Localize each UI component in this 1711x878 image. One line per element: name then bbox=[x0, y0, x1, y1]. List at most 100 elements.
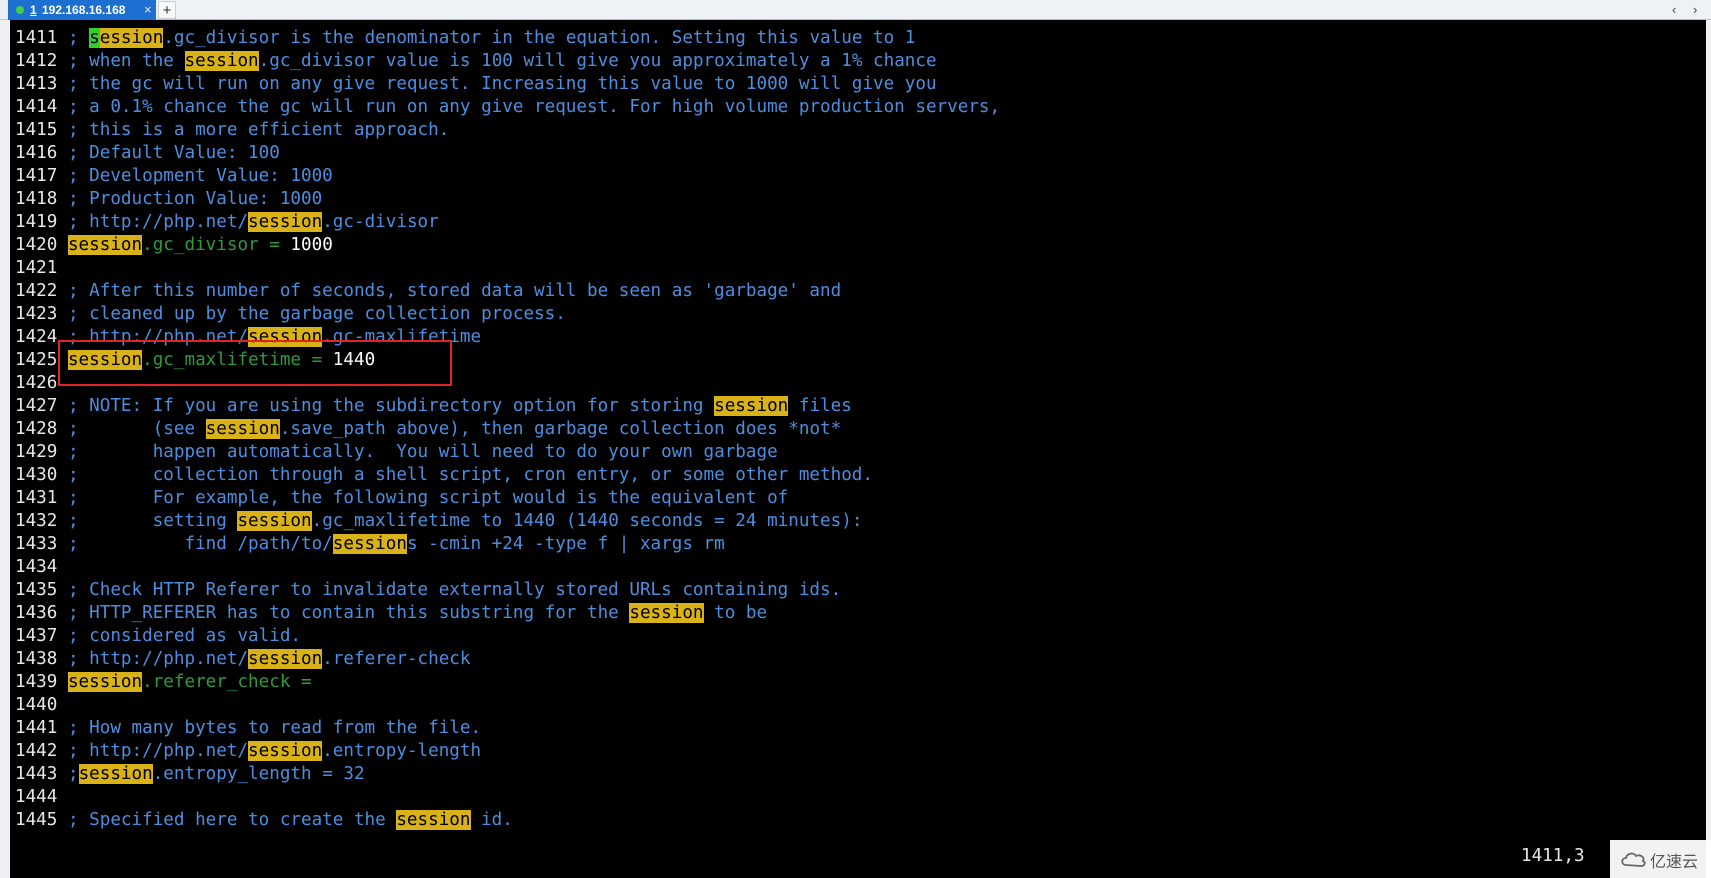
editor-buffer: 1411 ; session.gc_divisor is the denomin… bbox=[15, 27, 1000, 832]
editor-line: 1420 session.gc_divisor = 1000 bbox=[15, 234, 1000, 257]
line-number: 1440 bbox=[15, 695, 58, 715]
line-number: 1421 bbox=[15, 258, 58, 278]
comment-text: ; a 0.1% chance the gc will run on any g… bbox=[67, 97, 1001, 117]
comment-text: ; happen automatically. You will need to… bbox=[67, 442, 778, 462]
comment-text: ; Development Value: 1000 bbox=[67, 166, 333, 186]
line-number: 1424 bbox=[15, 327, 58, 347]
tab-scroll-left-icon[interactable]: ‹ bbox=[1672, 0, 1676, 20]
line-number: 1443 bbox=[15, 764, 58, 784]
comment-text: .referer-check bbox=[322, 649, 471, 669]
editor-line: 1431 ; For example, the following script… bbox=[15, 487, 1000, 510]
tab-close-icon[interactable]: × bbox=[144, 0, 152, 20]
search-match: session bbox=[248, 741, 323, 761]
comment-text: ; Production Value: 1000 bbox=[67, 189, 323, 209]
editor-line: 1439 session.referer_check = bbox=[15, 671, 1000, 694]
comment-text: ; http://php.net/ bbox=[67, 649, 249, 669]
editor-line: 1440 bbox=[15, 694, 1000, 717]
comment-text: ; cleaned up by the garbage collection p… bbox=[67, 304, 566, 324]
cloud-logo-icon bbox=[1621, 852, 1646, 867]
line-number: 1413 bbox=[15, 74, 58, 94]
comment-text: ; collection through a shell script, cro… bbox=[67, 465, 873, 485]
search-match: session bbox=[248, 649, 323, 669]
comment-text: to be bbox=[703, 603, 768, 623]
comment-text: ; bbox=[67, 764, 79, 784]
session-tab[interactable]: 1 192.168.16.168 × bbox=[8, 0, 156, 20]
editor-line: 1428 ; (see session.save_path above), th… bbox=[15, 418, 1000, 441]
comment-text: .entropy-length bbox=[322, 741, 482, 761]
search-match: session bbox=[205, 419, 280, 439]
search-match: session bbox=[237, 511, 312, 531]
comment-text: s -cmin +24 -type f | xargs rm bbox=[406, 534, 725, 554]
config-key: .referer_check = bbox=[142, 672, 312, 692]
editor-line: 1437 ; considered as valid. bbox=[15, 625, 1000, 648]
comment-text: ; Check HTTP Referer to invalidate exter… bbox=[67, 580, 842, 600]
terminal-screen[interactable]: 1411 ; session.gc_divisor is the denomin… bbox=[10, 20, 1706, 878]
text-cursor: s bbox=[89, 28, 100, 48]
comment-text: .save_path above), then garbage collecti… bbox=[279, 419, 842, 439]
editor-line: 1430 ; collection through a shell script… bbox=[15, 464, 1000, 487]
editor-line: 1413 ; the gc will run on any give reque… bbox=[15, 73, 1000, 96]
line-number: 1428 bbox=[15, 419, 58, 439]
line-number: 1437 bbox=[15, 626, 58, 646]
comment-text: ; HTTP_REFERER has to contain this subst… bbox=[67, 603, 630, 623]
comment-text: ; How many bytes to read from the file. bbox=[67, 718, 482, 738]
tab-title: 192.168.16.168 bbox=[42, 3, 126, 17]
cursor-position: 1411,3 bbox=[1521, 846, 1585, 866]
line-number: 1436 bbox=[15, 603, 58, 623]
editor-line: 1419 ; http://php.net/session.gc-divisor bbox=[15, 211, 1000, 234]
search-match: ession bbox=[99, 28, 164, 48]
editor-line: 1414 ; a 0.1% chance the gc will run on … bbox=[15, 96, 1000, 119]
comment-text: ; Specified here to create the bbox=[67, 810, 397, 830]
comment-text: .gc_divisor is the denominator in the eq… bbox=[163, 28, 916, 48]
search-match: session bbox=[714, 396, 789, 416]
connection-status-icon bbox=[16, 6, 24, 14]
line-number: 1438 bbox=[15, 649, 58, 669]
editor-line: 1415 ; this is a more efficient approach… bbox=[15, 119, 1000, 142]
editor-line: 1432 ; setting session.gc_maxlifetime to… bbox=[15, 510, 1000, 533]
editor-line: 1441 ; How many bytes to read from the f… bbox=[15, 717, 1000, 740]
annotation-highlight-box bbox=[58, 340, 452, 386]
watermark-text: 亿速云 bbox=[1650, 852, 1699, 871]
comment-text: id. bbox=[470, 810, 513, 830]
editor-line: 1429 ; happen automatically. You will ne… bbox=[15, 441, 1000, 464]
editor-line: 1417 ; Development Value: 1000 bbox=[15, 165, 1000, 188]
line-number: 1418 bbox=[15, 189, 58, 209]
comment-text: ; For example, the following script woul… bbox=[67, 488, 789, 508]
editor-line: 1433 ; find /path/to/sessions -cmin +24 … bbox=[15, 533, 1000, 556]
editor-line: 1434 bbox=[15, 556, 1000, 579]
comment-text: ; After this number of seconds, stored d… bbox=[67, 281, 842, 301]
line-number: 1430 bbox=[15, 465, 58, 485]
line-number: 1411 bbox=[15, 28, 58, 48]
comment-text: .gc_maxlifetime to 1440 (1440 seconds = … bbox=[311, 511, 863, 531]
line-number: 1425 bbox=[15, 350, 58, 370]
line-number: 1420 bbox=[15, 235, 58, 255]
search-match: session bbox=[78, 764, 153, 784]
new-tab-button[interactable]: + bbox=[158, 1, 176, 19]
editor-line: 1438 ; http://php.net/session.referer-ch… bbox=[15, 648, 1000, 671]
search-match: session bbox=[332, 534, 407, 554]
line-number: 1439 bbox=[15, 672, 58, 692]
line-number: 1416 bbox=[15, 143, 58, 163]
editor-line: 1444 bbox=[15, 786, 1000, 809]
comment-text: ; NOTE: If you are using the subdirector… bbox=[67, 396, 715, 416]
comment-text: .entropy_length = 32 bbox=[152, 764, 365, 784]
search-match: session bbox=[248, 212, 323, 232]
watermark: 亿速云 bbox=[1610, 840, 1711, 878]
comment-text: ; http://php.net/ bbox=[67, 212, 249, 232]
editor-line: 1442 ; http://php.net/session.entropy-le… bbox=[15, 740, 1000, 763]
line-number: 1423 bbox=[15, 304, 58, 324]
search-match: session bbox=[67, 235, 143, 255]
search-match: session bbox=[184, 51, 259, 71]
line-number: 1422 bbox=[15, 281, 58, 301]
line-number: 1434 bbox=[15, 557, 58, 577]
comment-text: ; (see bbox=[67, 419, 206, 439]
comment-text: ; find /path/to/ bbox=[67, 534, 333, 554]
line-number: 1442 bbox=[15, 741, 58, 761]
tab-scroll-right-icon[interactable]: › bbox=[1693, 0, 1697, 20]
tab-number: 1 bbox=[30, 3, 37, 17]
window-frame-right bbox=[1706, 20, 1711, 878]
editor-line: 1412 ; when the session.gc_divisor value… bbox=[15, 50, 1000, 73]
line-number: 1444 bbox=[15, 787, 58, 807]
line-number: 1445 bbox=[15, 810, 58, 830]
line-number: 1417 bbox=[15, 166, 58, 186]
